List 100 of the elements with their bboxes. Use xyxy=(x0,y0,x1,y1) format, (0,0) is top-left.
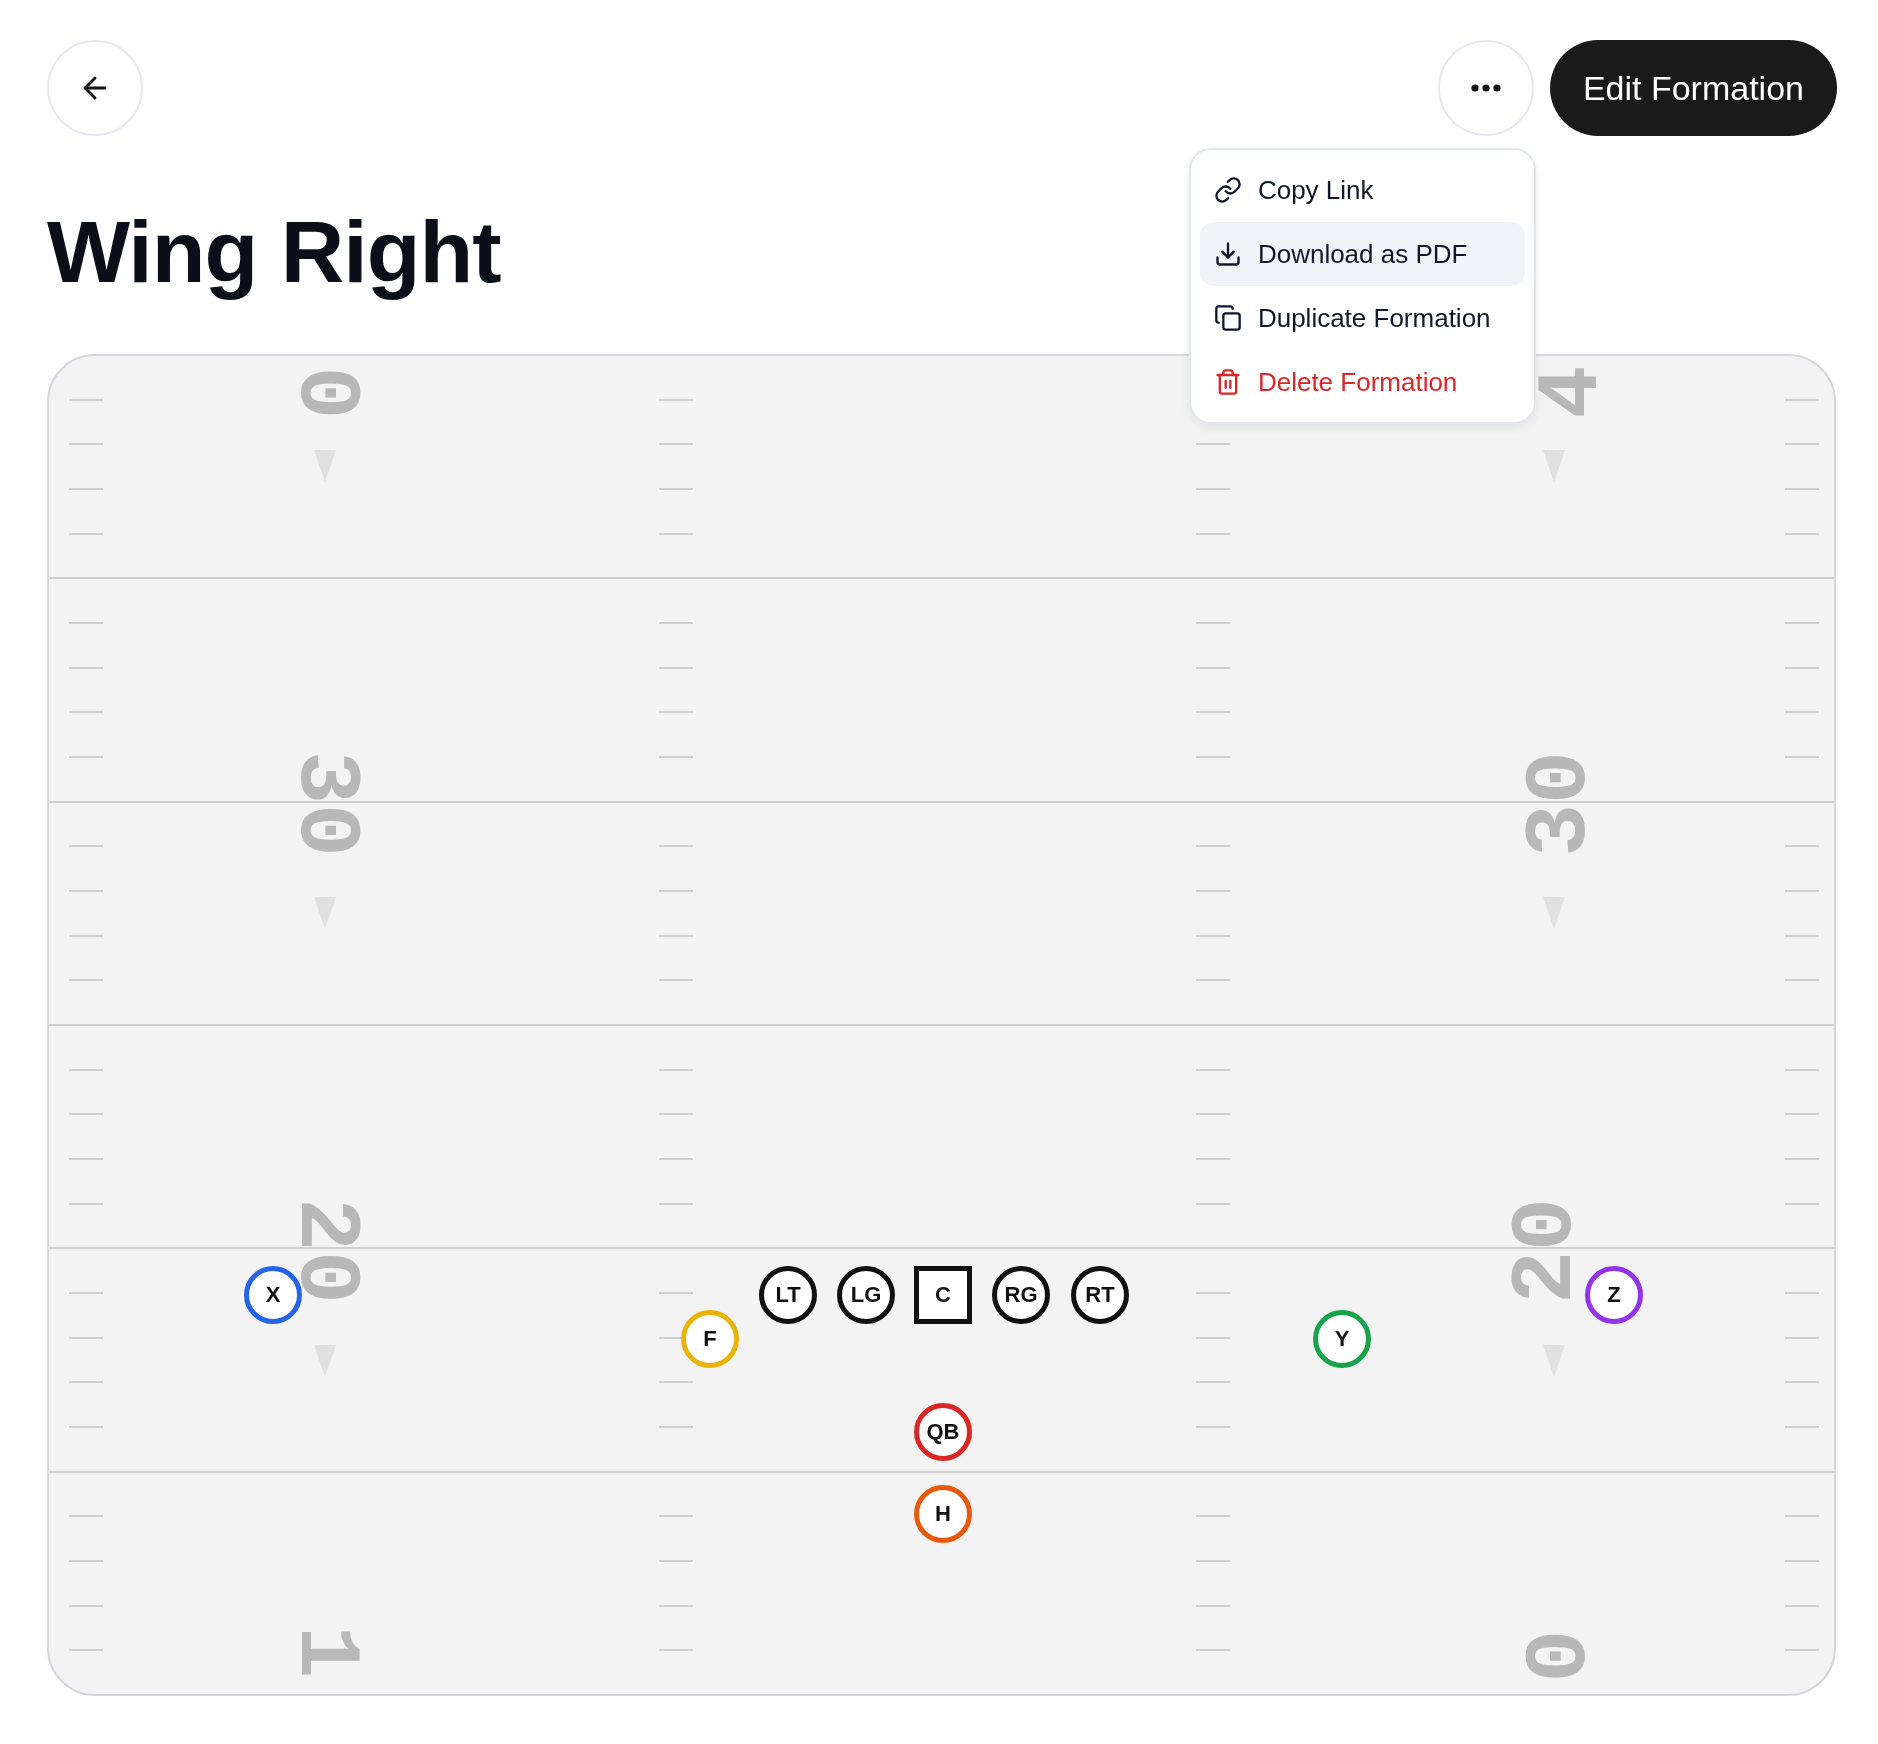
more-icon xyxy=(1470,84,1501,92)
hash-mark xyxy=(1196,711,1230,714)
hash-mark xyxy=(1785,845,1819,848)
hash-mark xyxy=(69,666,103,669)
hash-mark xyxy=(69,488,103,491)
hash-mark xyxy=(1785,1426,1819,1429)
hash-mark xyxy=(69,1068,103,1071)
hash-mark xyxy=(1785,934,1819,937)
hash-mark xyxy=(659,1426,693,1429)
hash-mark xyxy=(659,1292,693,1294)
hash-mark xyxy=(1196,979,1230,982)
hash-mark xyxy=(1196,1202,1230,1205)
hash-mark xyxy=(1785,1649,1819,1652)
hash-mark xyxy=(69,845,103,848)
hash-mark xyxy=(659,1068,693,1071)
link-icon xyxy=(1213,176,1242,204)
trash-icon xyxy=(1213,368,1242,396)
hash-mark xyxy=(659,443,693,446)
hash-mark xyxy=(659,1649,693,1652)
hash-mark xyxy=(1196,1158,1230,1161)
player-marker[interactable]: F xyxy=(681,1310,739,1368)
hash-mark xyxy=(1785,666,1819,669)
hash-mark xyxy=(69,622,103,624)
hash-mark xyxy=(69,1515,103,1518)
hash-mark xyxy=(659,1381,693,1384)
menu-item[interactable]: Copy Link xyxy=(1199,158,1525,222)
player-marker[interactable]: QB xyxy=(914,1403,972,1461)
hash-mark xyxy=(1196,1649,1230,1652)
player-marker[interactable]: RT xyxy=(1071,1266,1129,1324)
hash-mark xyxy=(1196,1515,1230,1518)
hash-mark xyxy=(659,934,693,937)
hash-mark xyxy=(659,711,693,714)
hash-mark xyxy=(1785,1560,1819,1563)
download-icon xyxy=(1213,240,1242,268)
hash-mark xyxy=(69,756,103,759)
hash-mark xyxy=(1196,1113,1230,1116)
copy-icon xyxy=(1213,304,1242,332)
hash-mark xyxy=(1785,1604,1819,1607)
hash-mark xyxy=(69,532,103,535)
hash-mark xyxy=(659,398,693,401)
player-marker[interactable]: LG xyxy=(837,1266,895,1324)
player-marker[interactable]: X xyxy=(244,1266,302,1324)
hash-mark xyxy=(659,979,693,982)
hash-mark xyxy=(659,756,693,759)
hash-mark xyxy=(659,1604,693,1607)
hash-mark xyxy=(69,1604,103,1607)
hash-mark xyxy=(1785,532,1819,535)
hash-mark xyxy=(1785,1068,1819,1071)
menu-item-label: Duplicate Formation xyxy=(1257,302,1491,334)
hash-mark xyxy=(1196,845,1230,848)
hash-mark xyxy=(1785,711,1819,714)
hash-mark xyxy=(1785,398,1819,401)
hash-mark xyxy=(1196,1426,1230,1429)
hash-mark xyxy=(659,666,693,669)
menu-item[interactable]: Delete Formation xyxy=(1199,350,1525,414)
hash-mark xyxy=(1785,1202,1819,1205)
hash-mark xyxy=(1785,1113,1819,1116)
hash-mark xyxy=(1196,934,1230,937)
hash-mark xyxy=(69,443,103,446)
player-marker[interactable]: H xyxy=(914,1485,972,1543)
hash-mark xyxy=(1196,1336,1230,1339)
hash-mark xyxy=(69,711,103,714)
hash-mark xyxy=(1196,488,1230,491)
hash-mark xyxy=(69,1113,103,1116)
hash-mark xyxy=(659,1158,693,1161)
hash-mark xyxy=(659,1515,693,1518)
hash-mark xyxy=(1196,1560,1230,1563)
hash-mark xyxy=(1196,890,1230,893)
hash-mark xyxy=(69,1426,103,1429)
hash-mark xyxy=(659,890,693,893)
hash-mark xyxy=(1785,756,1819,759)
hash-mark xyxy=(69,1158,103,1161)
player-marker[interactable]: LT xyxy=(759,1266,817,1324)
hash-mark xyxy=(1785,1381,1819,1384)
hash-mark xyxy=(1196,1068,1230,1071)
menu-item[interactable]: Download as PDF xyxy=(1199,222,1525,286)
hash-mark xyxy=(1196,1604,1230,1607)
hash-mark xyxy=(1785,1292,1819,1294)
player-marker[interactable]: Y xyxy=(1313,1310,1371,1368)
player-marker[interactable]: Z xyxy=(1585,1266,1643,1324)
menu-item-label: Download as PDF xyxy=(1257,238,1468,270)
menu-item-label: Delete Formation xyxy=(1257,366,1458,398)
edit-formation-button[interactable]: Edit Formation xyxy=(1549,40,1837,136)
hash-mark xyxy=(1785,488,1819,491)
player-marker[interactable]: RG xyxy=(992,1266,1050,1324)
hash-mark xyxy=(69,1336,103,1339)
hash-mark xyxy=(1196,1381,1230,1384)
hash-mark xyxy=(69,1381,103,1384)
player-marker[interactable]: C xyxy=(914,1266,972,1324)
hash-mark xyxy=(69,1292,103,1294)
yard-number: 4 xyxy=(1540,365,1606,419)
hash-mark xyxy=(1196,443,1230,446)
yard-number: 1 xyxy=(292,1625,358,1679)
hash-mark xyxy=(659,488,693,491)
hash-mark xyxy=(659,1202,693,1205)
hash-mark xyxy=(659,845,693,848)
hash-mark xyxy=(659,1560,693,1563)
hash-mark xyxy=(69,979,103,982)
menu-item[interactable]: Duplicate Formation xyxy=(1199,286,1525,350)
hash-mark xyxy=(1785,979,1819,982)
